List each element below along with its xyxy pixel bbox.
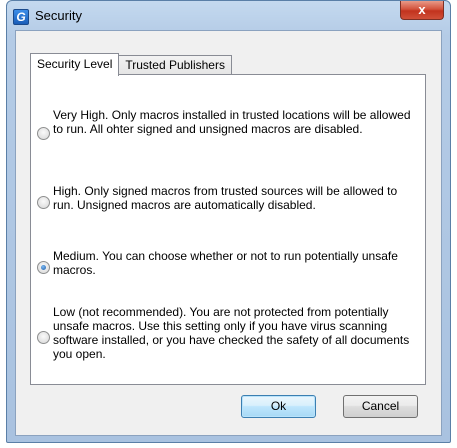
radio-medium[interactable] xyxy=(37,261,50,274)
cancel-button[interactable]: Cancel xyxy=(343,395,418,418)
security-dialog: G Security x Security Level Trusted Publ… xyxy=(6,0,451,443)
radio-low[interactable] xyxy=(37,331,50,344)
tab-trusted-publishers[interactable]: Trusted Publishers xyxy=(118,55,232,75)
option-very-high-label: Very High. Only macros installed in trus… xyxy=(53,108,411,136)
radio-high[interactable] xyxy=(37,196,50,209)
security-level-panel: Very High. Only macros installed in trus… xyxy=(30,74,426,385)
app-icon: G xyxy=(13,9,29,25)
tab-strip: Security Level Trusted Publishers xyxy=(30,53,232,76)
option-high-label: High. Only signed macros from trusted so… xyxy=(53,184,398,212)
radio-very-high[interactable] xyxy=(37,127,50,140)
dialog-body: Security Level Trusted Publishers Very H… xyxy=(15,30,442,436)
close-button[interactable]: x xyxy=(400,1,444,20)
dialog-title: Security xyxy=(35,8,82,23)
title-bar[interactable]: G Security x xyxy=(7,1,450,28)
option-low-label: Low (not recommended). You are not prote… xyxy=(53,305,410,361)
tab-security-level[interactable]: Security Level xyxy=(30,53,120,76)
option-medium-label: Medium. You can choose whether or not to… xyxy=(53,249,398,277)
ok-button[interactable]: Ok xyxy=(241,395,316,418)
